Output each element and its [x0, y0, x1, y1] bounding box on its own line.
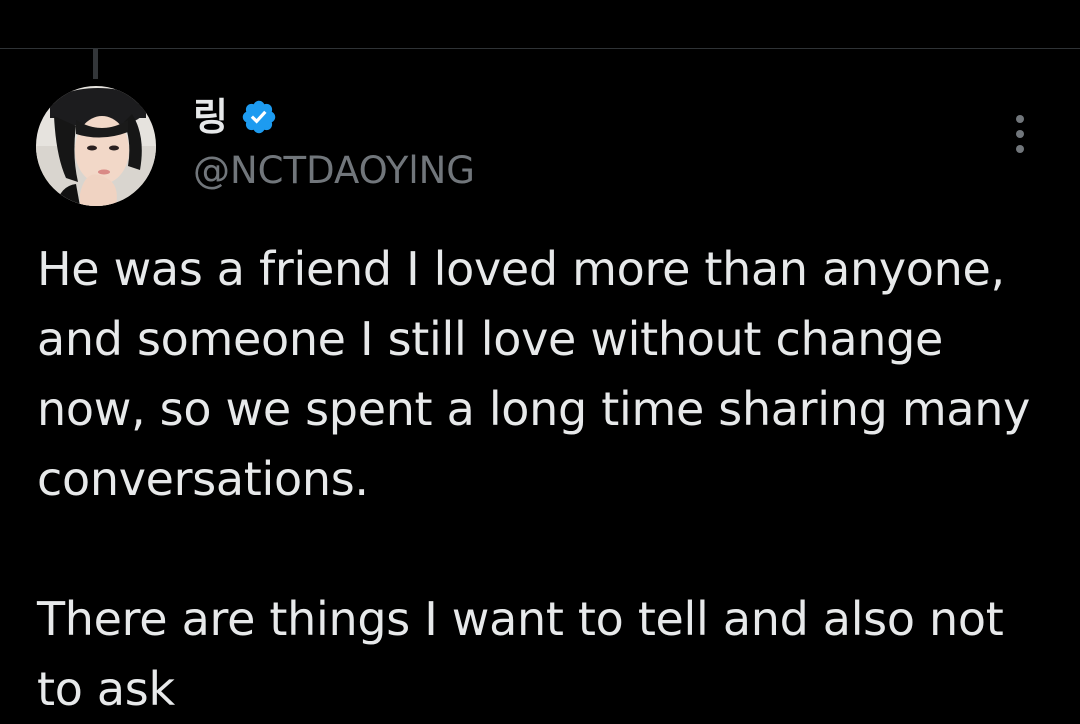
tweet-paragraph: He was a friend I loved more than anyone…	[37, 242, 1031, 506]
user-handle[interactable]: @NCTDAOYlNG	[193, 148, 475, 194]
tweet-paragraph: There are things I want to tell and also…	[37, 592, 1004, 716]
author-name-row[interactable]: 링	[193, 94, 278, 140]
more-options-icon	[1016, 115, 1024, 123]
top-divider	[0, 48, 1080, 49]
avatar-image	[36, 86, 156, 206]
thread-connector-line	[93, 49, 98, 79]
tweet-text: He was a friend I loved more than anyone…	[37, 234, 1057, 724]
more-options-icon-dot	[1016, 130, 1024, 138]
avatar[interactable]	[36, 86, 156, 206]
more-options-button[interactable]	[1000, 110, 1040, 158]
display-name[interactable]: 링	[193, 94, 228, 140]
verified-badge-icon	[242, 100, 276, 134]
more-options-icon-dot	[1016, 145, 1024, 153]
